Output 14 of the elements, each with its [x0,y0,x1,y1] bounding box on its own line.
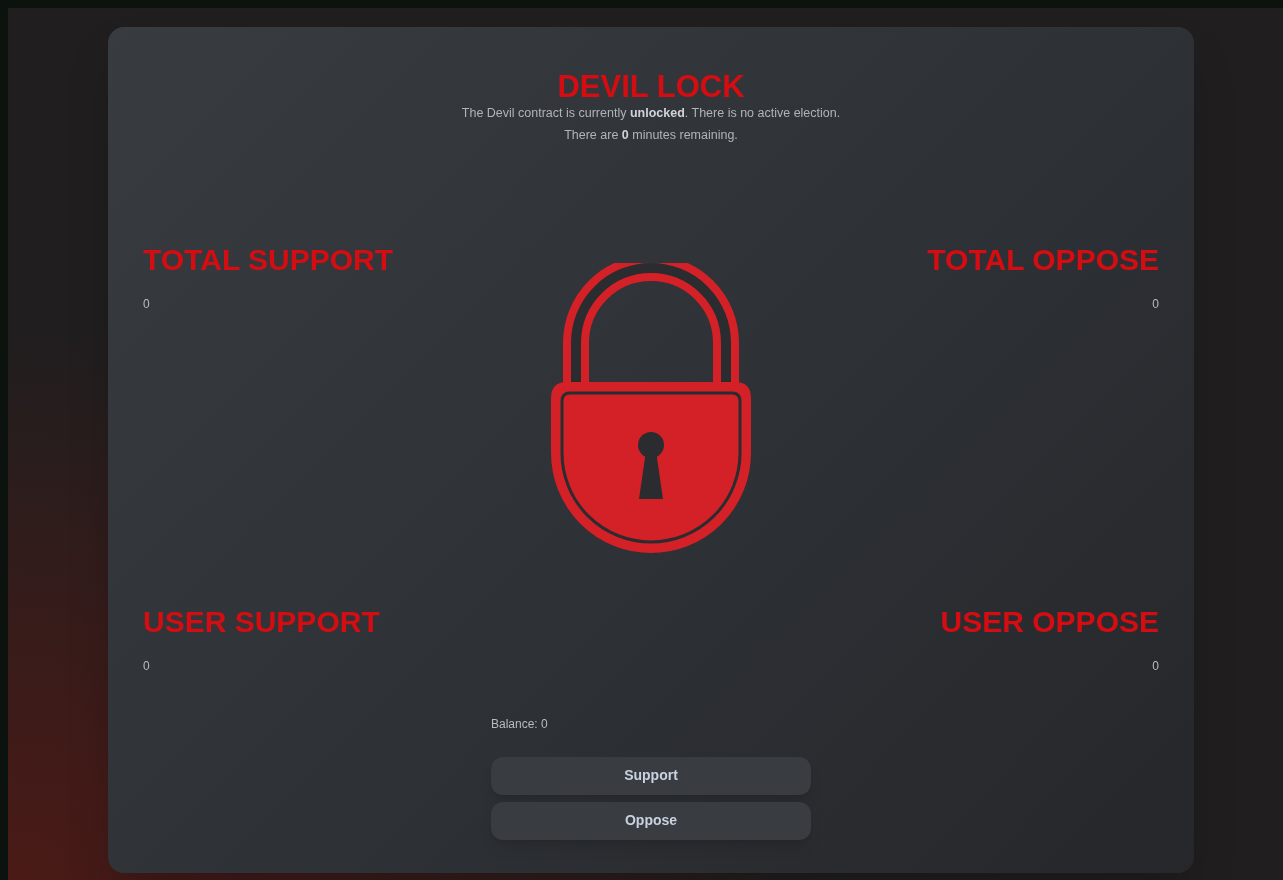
stat-heading: TOTAL SUPPORT [143,244,394,275]
stat-value: 0 [143,295,150,313]
stat-value: 0 [1152,657,1159,675]
stat-value: 0 [143,657,150,675]
stat-heading: USER SUPPORT [143,606,380,637]
vote-button[interactable]: Support [491,756,811,795]
stat-heading: USER OPPOSE [940,606,1159,637]
status-text: There are 0 minutes remaining. [564,126,738,144]
vote-button[interactable]: Oppose [491,801,811,840]
stat-heading: TOTAL OPPOSE [927,244,1159,275]
status-text: The Devil contract is currently unlocked. There is no active election. [461,105,841,122]
balance-text: Balance: 0 [491,715,549,733]
page-title: DEVIL LOCK [557,71,745,102]
stat-value: 0 [1152,295,1159,313]
